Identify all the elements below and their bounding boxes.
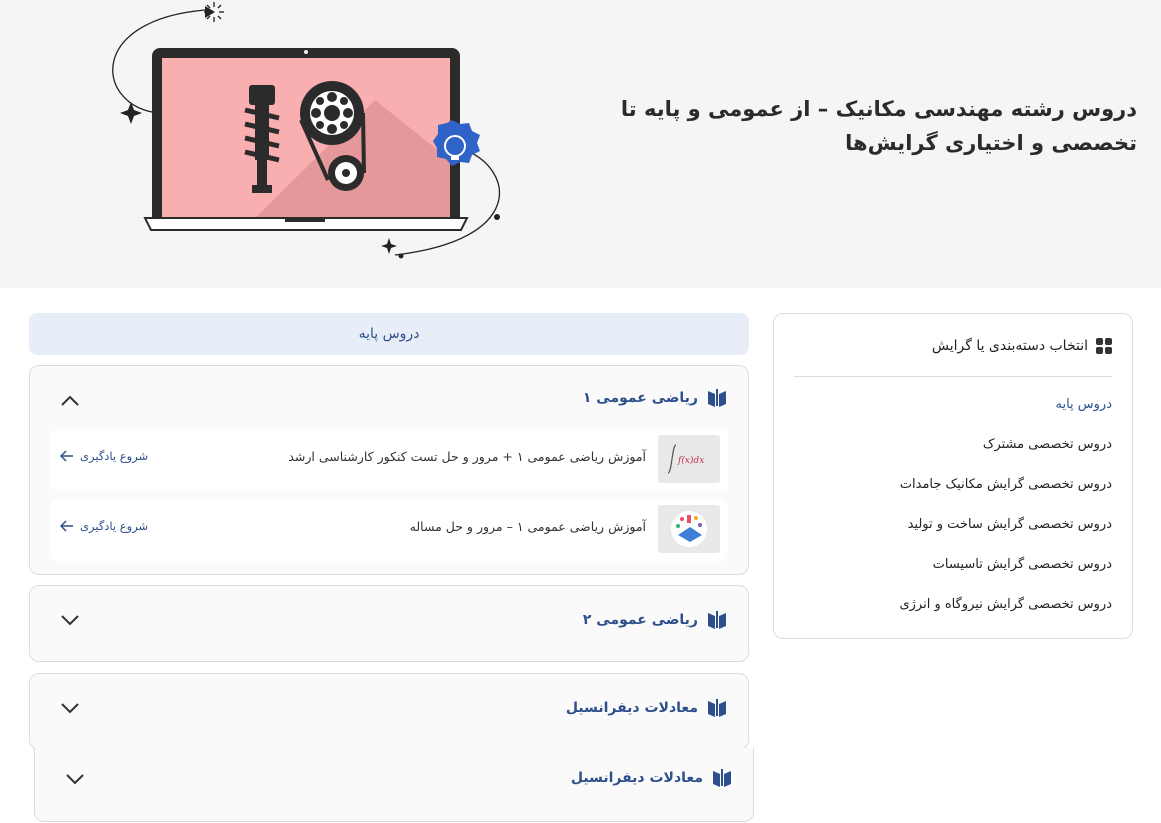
accordion-header[interactable]: معادلات دیفرانسیل — [566, 698, 728, 718]
page-title: دروس رشته مهندسی مکانیک – از عمومی و پای… — [620, 97, 1137, 155]
arrow-left-icon — [60, 450, 73, 462]
category-sidebar: انتخاب دسته‌بندی یا گرایش دروس پایه دروس… — [773, 313, 1133, 639]
thumb-formula: f(x)dx — [677, 455, 704, 466]
sidebar-item-manufacturing[interactable]: دروس تخصصی گرایش ساخت و تولید — [792, 514, 1112, 554]
sidebar-item-power-energy[interactable]: دروس تخصصی گرایش نیروگاه و انرژی — [792, 594, 1112, 634]
book-icon — [708, 611, 726, 629]
accordion-title: ریاضی عمومی ۲ — [582, 612, 698, 628]
course-thumbnail: f(x)dx — [658, 435, 720, 483]
accordion-header[interactable]: ریاضی عمومی ۱ — [583, 388, 728, 408]
accordion-differential-equations-duplicate: معادلات دیفرانسیل — [34, 748, 754, 822]
course-card[interactable]: f(x)dx آموزش ریاضی عمومی ۱ + مرور و حل ت… — [50, 429, 728, 491]
course-title: آموزش ریاضی عمومی ۱ + مرور و حل تست کنکو… — [288, 449, 646, 464]
laptop-illustration — [112, 2, 500, 259]
book-icon — [713, 769, 731, 787]
course-title: آموزش ریاضی عمومی ۱ – مرور و حل مساله — [409, 519, 646, 534]
section-heading: دروس پایه — [29, 313, 749, 355]
accordion-title: معادلات دیفرانسیل — [565, 700, 698, 716]
accordion-differential-equations: معادلات دیفرانسیل — [29, 673, 749, 750]
sidebar-item-solid-mechanics[interactable]: دروس تخصصی گرایش مکانیک جامدات — [792, 474, 1112, 514]
chevron-down-icon[interactable] — [65, 772, 85, 786]
accordion-math-1: ریاضی عمومی ۱ f(x)dx آموزش ریاضی عمومی ۱… — [29, 365, 749, 575]
sidebar-title: انتخاب دسته‌بندی یا گرایش — [931, 338, 1088, 354]
chevron-down-icon[interactable] — [60, 701, 80, 715]
accordion-title: معادلات دیفرانسیل — [570, 770, 703, 786]
sidebar-divider — [794, 376, 1112, 377]
accordion-header[interactable]: ریاضی عمومی ۲ — [583, 610, 728, 630]
arrow-left-icon — [60, 520, 73, 532]
start-learning-label: شروع یادگیری — [80, 519, 149, 533]
book-icon — [708, 389, 726, 407]
grid-icon — [1096, 338, 1112, 354]
start-learning-label: شروع یادگیری — [80, 449, 149, 463]
accordion-title: ریاضی عمومی ۱ — [582, 390, 698, 406]
chevron-up-icon[interactable] — [60, 394, 80, 408]
course-card[interactable]: آموزش ریاضی عمومی ۱ – مرور و حل مساله شر… — [50, 499, 728, 561]
sidebar-item-common-specialized[interactable]: دروس تخصصی مشترک — [792, 434, 1112, 474]
course-thumbnail — [658, 505, 720, 553]
chevron-down-icon[interactable] — [60, 613, 80, 627]
accordion-math-2: ریاضی عمومی ۲ — [29, 585, 749, 662]
sidebar-item-installations[interactable]: دروس تخصصی گرایش تاسیسات — [792, 554, 1112, 594]
sidebar-list: دروس پایه دروس تخصصی مشترک دروس تخصصی گر… — [792, 394, 1112, 634]
sidebar-item-basic-courses[interactable]: دروس پایه — [792, 394, 1112, 434]
start-learning-link[interactable]: شروع یادگیری — [60, 449, 148, 463]
sidebar-header: انتخاب دسته‌بندی یا گرایش — [932, 338, 1112, 354]
hero-banner: دروس رشته مهندسی مکانیک – از عمومی و پای… — [0, 0, 1161, 288]
accordion-header[interactable]: معادلات دیفرانسیل — [571, 768, 733, 788]
start-learning-link[interactable]: شروع یادگیری — [60, 519, 148, 533]
book-icon — [708, 699, 726, 717]
